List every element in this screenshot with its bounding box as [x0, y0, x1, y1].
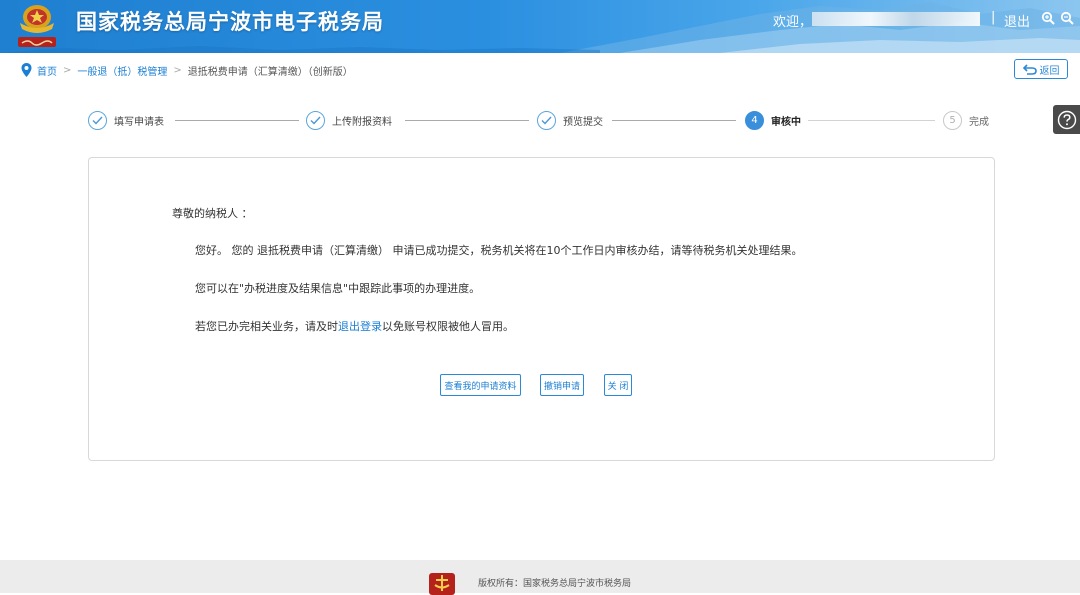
step-label: 上传附报资料	[332, 116, 392, 128]
zoom-in-icon[interactable]	[1041, 11, 1055, 25]
submission-success-text: 您好。 您的 退抵税费申请（汇算清缴） 申请已成功提交，税务机关将在10个工作日…	[195, 244, 803, 257]
header-separator: |	[991, 10, 996, 25]
footer: 版权所有：国家税务总局宁波市税务局	[0, 560, 1080, 595]
logout-link-inline[interactable]: 退出登录	[338, 320, 382, 333]
step-connector	[612, 120, 736, 121]
step-label: 审核中	[771, 116, 801, 128]
reminder-suffix: 以免账号权限被他人冒用。	[382, 320, 514, 333]
breadcrumb: 首页 > 一般退（抵）税管理 > 退抵税费申请（汇算清缴）（创新版）	[21, 62, 353, 78]
help-button[interactable]	[1053, 105, 1080, 134]
result-card: 尊敬的纳税人 ： 您好。 您的 退抵税费申请（汇算清缴） 申请已成功提交，税务机…	[88, 157, 995, 461]
step-label: 预览提交	[563, 116, 603, 128]
step-label: 完成	[969, 116, 989, 128]
step-connector	[808, 120, 935, 121]
check-circle-icon	[537, 110, 556, 130]
step-fill-form: 填写申请表	[88, 110, 164, 130]
logout-reminder-text: 若您已办完相关业务，请及时退出登录以免账号权限被他人冒用。	[195, 318, 514, 334]
back-button[interactable]: 返回	[1014, 59, 1068, 79]
location-pin-icon	[21, 63, 32, 77]
step-upload-attachments: 上传附报资料	[306, 110, 392, 130]
header-bar: 国家税务总局宁波市电子税务局 欢迎， | 退出	[0, 0, 1080, 53]
step-complete: 5 完成	[943, 110, 989, 130]
copyright-text: 版权所有：国家税务总局宁波市税务局	[478, 579, 632, 589]
welcome-label: 欢迎，	[773, 15, 813, 30]
step-number-badge: 5	[943, 110, 962, 130]
return-arrow-icon	[1022, 63, 1037, 75]
close-button[interactable]: 关 闭	[604, 374, 632, 396]
check-circle-icon	[306, 110, 325, 130]
step-number-badge: 4	[745, 110, 764, 130]
tax-emblem-small-icon	[429, 573, 455, 595]
step-under-review: 4 审核中	[745, 110, 801, 130]
step-preview-submit: 预览提交	[537, 110, 603, 130]
reminder-prefix: 若您已办完相关业务，请及时	[195, 320, 338, 333]
tax-emblem-logo	[18, 5, 56, 47]
breadcrumb-home[interactable]: 首页	[37, 63, 57, 78]
username-redacted	[812, 12, 980, 26]
breadcrumb-current: 退抵税费申请（汇算清缴）（创新版）	[187, 66, 353, 78]
check-circle-icon	[88, 110, 107, 130]
breadcrumb-separator: >	[63, 64, 72, 76]
progress-tracking-text: 您可以在"办税进度及结果信息"中跟踪此事项的办理进度。	[195, 282, 481, 295]
breadcrumb-refund-management[interactable]: 一般退（抵）税管理	[77, 63, 167, 78]
logout-link[interactable]: 退出	[1004, 11, 1030, 30]
zoom-out-icon[interactable]	[1060, 11, 1074, 25]
step-connector	[405, 120, 529, 121]
back-label: 返回	[1039, 65, 1060, 77]
greeting-text: 尊敬的纳税人 ：	[172, 207, 253, 220]
step-connector	[175, 120, 299, 121]
step-label: 填写申请表	[114, 116, 164, 128]
site-title: 国家税务总局宁波市电子税务局	[76, 10, 384, 34]
view-application-button[interactable]: 查看我的申请资料	[440, 374, 521, 396]
revoke-application-button[interactable]: 撤销申请	[540, 374, 584, 396]
question-mark-icon	[1057, 110, 1076, 129]
breadcrumb-separator: >	[173, 64, 182, 76]
